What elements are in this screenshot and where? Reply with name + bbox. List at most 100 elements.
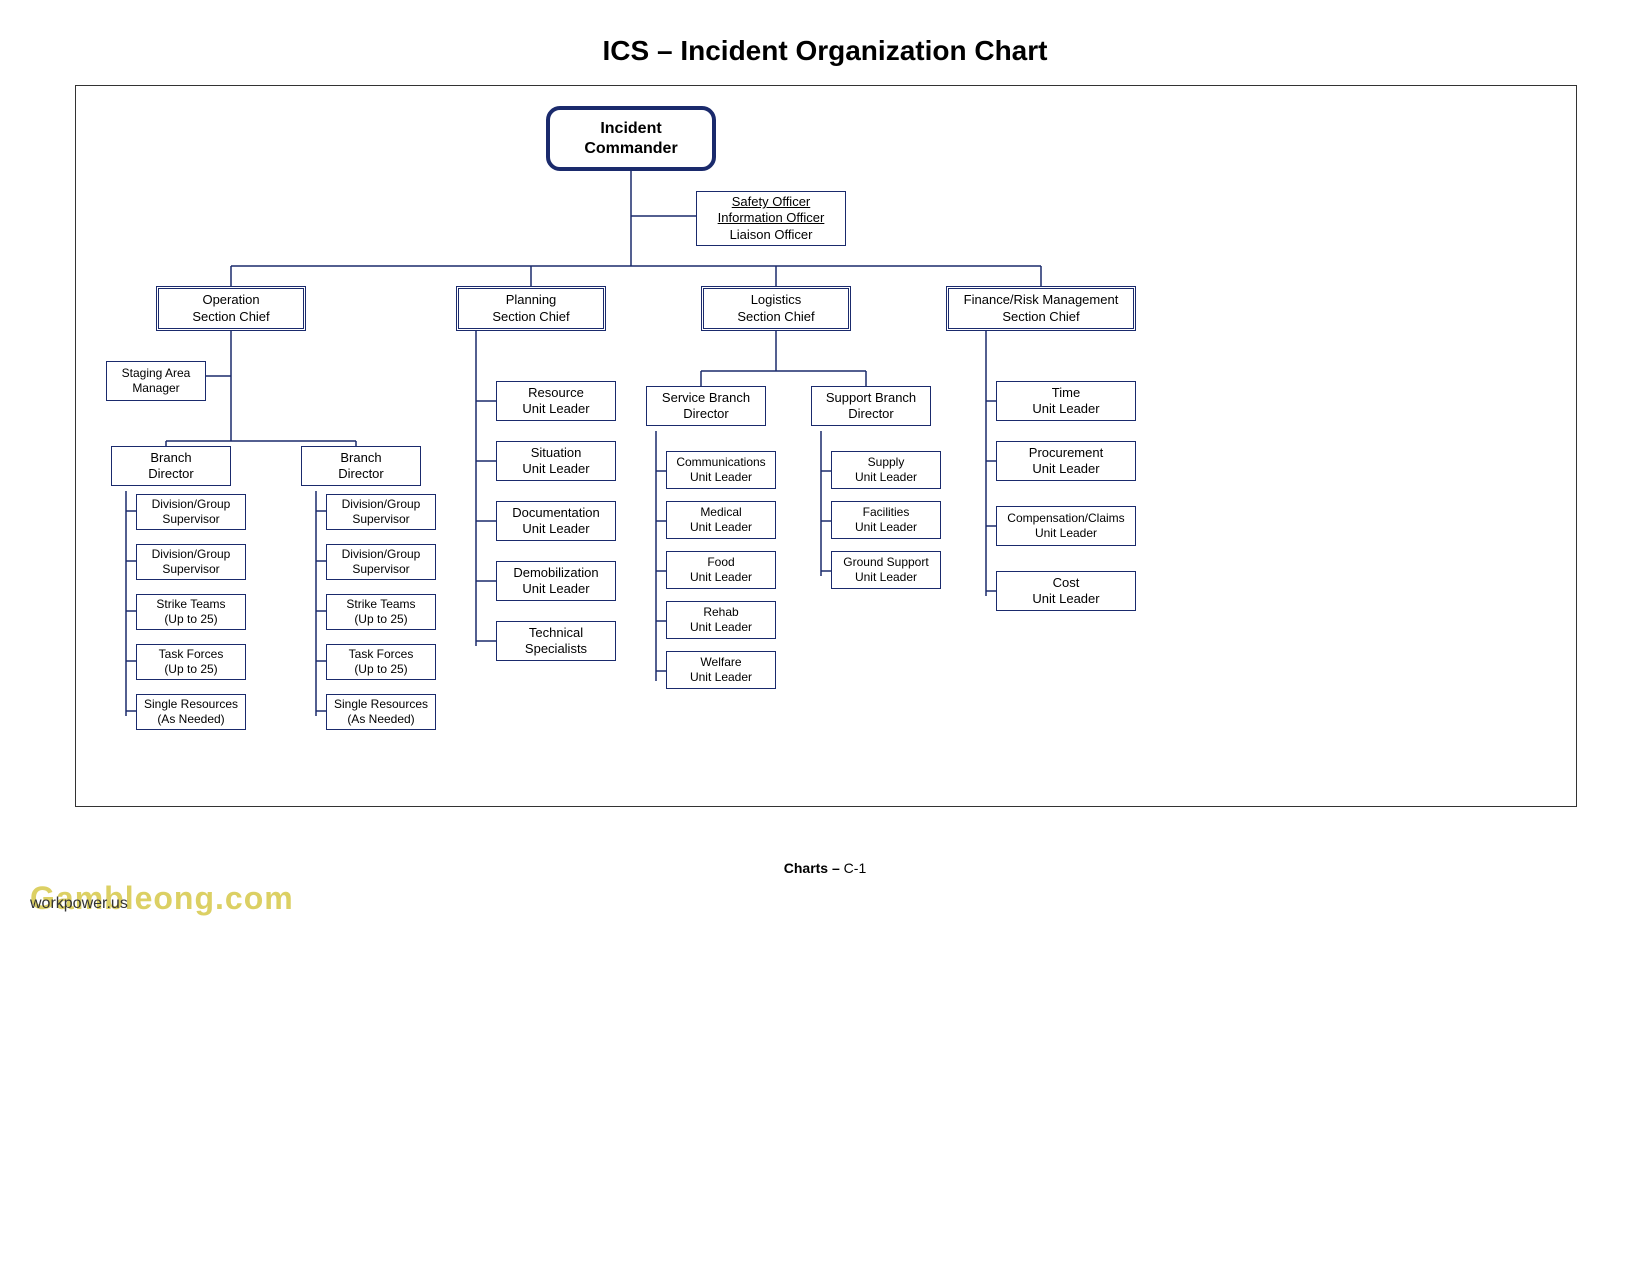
- label: Logistics: [751, 292, 802, 308]
- node-staging-area-manager: Staging Area Manager: [106, 361, 206, 401]
- footer-label: Charts –: [784, 860, 840, 876]
- label: Strike Teams: [156, 597, 225, 612]
- label: Section Chief: [492, 309, 569, 325]
- label: Compensation/Claims: [1007, 511, 1124, 526]
- node-task-forces: Task Forces(Up to 25): [326, 644, 436, 680]
- label: Section Chief: [192, 309, 269, 325]
- node-division-group-supervisor: Division/GroupSupervisor: [136, 494, 246, 530]
- node-division-group-supervisor: Division/GroupSupervisor: [326, 544, 436, 580]
- node-strike-teams: Strike Teams(Up to 25): [326, 594, 436, 630]
- label: Planning: [506, 292, 557, 308]
- node-supply-unit-leader: SupplyUnit Leader: [831, 451, 941, 489]
- label: Unit Leader: [1035, 526, 1097, 541]
- node-cost-unit-leader: CostUnit Leader: [996, 571, 1136, 611]
- label: Division/Group: [342, 497, 421, 512]
- label: Unit Leader: [855, 470, 917, 485]
- label: Branch: [150, 450, 191, 466]
- label: Situation: [531, 445, 582, 461]
- node-demobilization-unit-leader: DemobilizationUnit Leader: [496, 561, 616, 601]
- node-task-forces: Task Forces(Up to 25): [136, 644, 246, 680]
- label: Manager: [132, 381, 179, 396]
- node-resource-unit-leader: ResourceUnit Leader: [496, 381, 616, 421]
- label: Resource: [528, 385, 584, 401]
- label: Director: [148, 466, 194, 482]
- label: Task Forces: [349, 647, 414, 662]
- label: Unit Leader: [522, 581, 589, 597]
- node-technical-specialists: TechnicalSpecialists: [496, 621, 616, 661]
- label: Supervisor: [162, 562, 219, 577]
- label: Finance/Risk Management: [964, 292, 1119, 308]
- node-division-group-supervisor: Division/GroupSupervisor: [326, 494, 436, 530]
- label: Unit Leader: [1032, 461, 1099, 477]
- node-situation-unit-leader: SituationUnit Leader: [496, 441, 616, 481]
- label: Unit Leader: [1032, 591, 1099, 607]
- label: (As Needed): [347, 712, 414, 727]
- label: Information Officer: [718, 210, 825, 226]
- label: (Up to 25): [164, 662, 217, 677]
- node-food-unit-leader: FoodUnit Leader: [666, 551, 776, 589]
- label: Welfare: [700, 655, 741, 670]
- label: Section Chief: [737, 309, 814, 325]
- node-incident-commander: Incident Commander: [546, 106, 716, 171]
- label: Specialists: [525, 641, 587, 657]
- node-planning-chief: Planning Section Chief: [456, 286, 606, 331]
- label: Director: [848, 406, 894, 422]
- label: Unit Leader: [855, 570, 917, 585]
- label: Facilities: [863, 505, 910, 520]
- label: Unit Leader: [690, 670, 752, 685]
- node-rehab-unit-leader: RehabUnit Leader: [666, 601, 776, 639]
- label: Branch: [340, 450, 381, 466]
- label: Unit Leader: [690, 520, 752, 535]
- node-compensation-claims-unit-leader: Compensation/ClaimsUnit Leader: [996, 506, 1136, 546]
- label: Service Branch: [662, 390, 750, 406]
- label: Division/Group: [152, 497, 231, 512]
- node-medical-unit-leader: MedicalUnit Leader: [666, 501, 776, 539]
- label: Director: [338, 466, 384, 482]
- node-logistics-chief: Logistics Section Chief: [701, 286, 851, 331]
- label: Director: [683, 406, 729, 422]
- watermark: workpower.us: [30, 895, 128, 913]
- node-facilities-unit-leader: FacilitiesUnit Leader: [831, 501, 941, 539]
- label: Supervisor: [352, 562, 409, 577]
- label: Task Forces: [159, 647, 224, 662]
- label: Section Chief: [1002, 309, 1079, 325]
- label: Cost: [1053, 575, 1080, 591]
- node-single-resources: Single Resources(As Needed): [326, 694, 436, 730]
- label: (Up to 25): [354, 612, 407, 627]
- label: Communications: [676, 455, 765, 470]
- label: Procurement: [1029, 445, 1103, 461]
- node-operations-chief: Operation Section Chief: [156, 286, 306, 331]
- label: Food: [707, 555, 734, 570]
- label: Staging Area: [122, 366, 191, 381]
- node-ground-support-unit-leader: Ground SupportUnit Leader: [831, 551, 941, 589]
- label: Supply: [868, 455, 905, 470]
- node-procurement-unit-leader: ProcurementUnit Leader: [996, 441, 1136, 481]
- label: (Up to 25): [354, 662, 407, 677]
- label: Unit Leader: [690, 570, 752, 585]
- label: Support Branch: [826, 390, 916, 406]
- label: Ground Support: [843, 555, 928, 570]
- label: Incident: [600, 119, 661, 139]
- label: Single Resources: [334, 697, 428, 712]
- label: Unit Leader: [522, 461, 589, 477]
- label: (As Needed): [157, 712, 224, 727]
- label: (Up to 25): [164, 612, 217, 627]
- page-title: ICS – Incident Organization Chart: [0, 0, 1650, 67]
- node-welfare-unit-leader: WelfareUnit Leader: [666, 651, 776, 689]
- label: Demobilization: [513, 565, 598, 581]
- label: Unit Leader: [522, 401, 589, 417]
- label: Unit Leader: [690, 470, 752, 485]
- node-service-branch-director: Service BranchDirector: [646, 386, 766, 426]
- label: Supervisor: [352, 512, 409, 527]
- label: Technical: [529, 625, 583, 641]
- label: Commander: [584, 139, 677, 159]
- node-single-resources: Single Resources(As Needed): [136, 694, 246, 730]
- label: Liaison Officer: [730, 227, 813, 243]
- label: Division/Group: [342, 547, 421, 562]
- label: Time: [1052, 385, 1080, 401]
- footer-page: C-1: [840, 860, 866, 876]
- node-communications-unit-leader: CommunicationsUnit Leader: [666, 451, 776, 489]
- label: Supervisor: [162, 512, 219, 527]
- label: Single Resources: [144, 697, 238, 712]
- label: Operation: [202, 292, 259, 308]
